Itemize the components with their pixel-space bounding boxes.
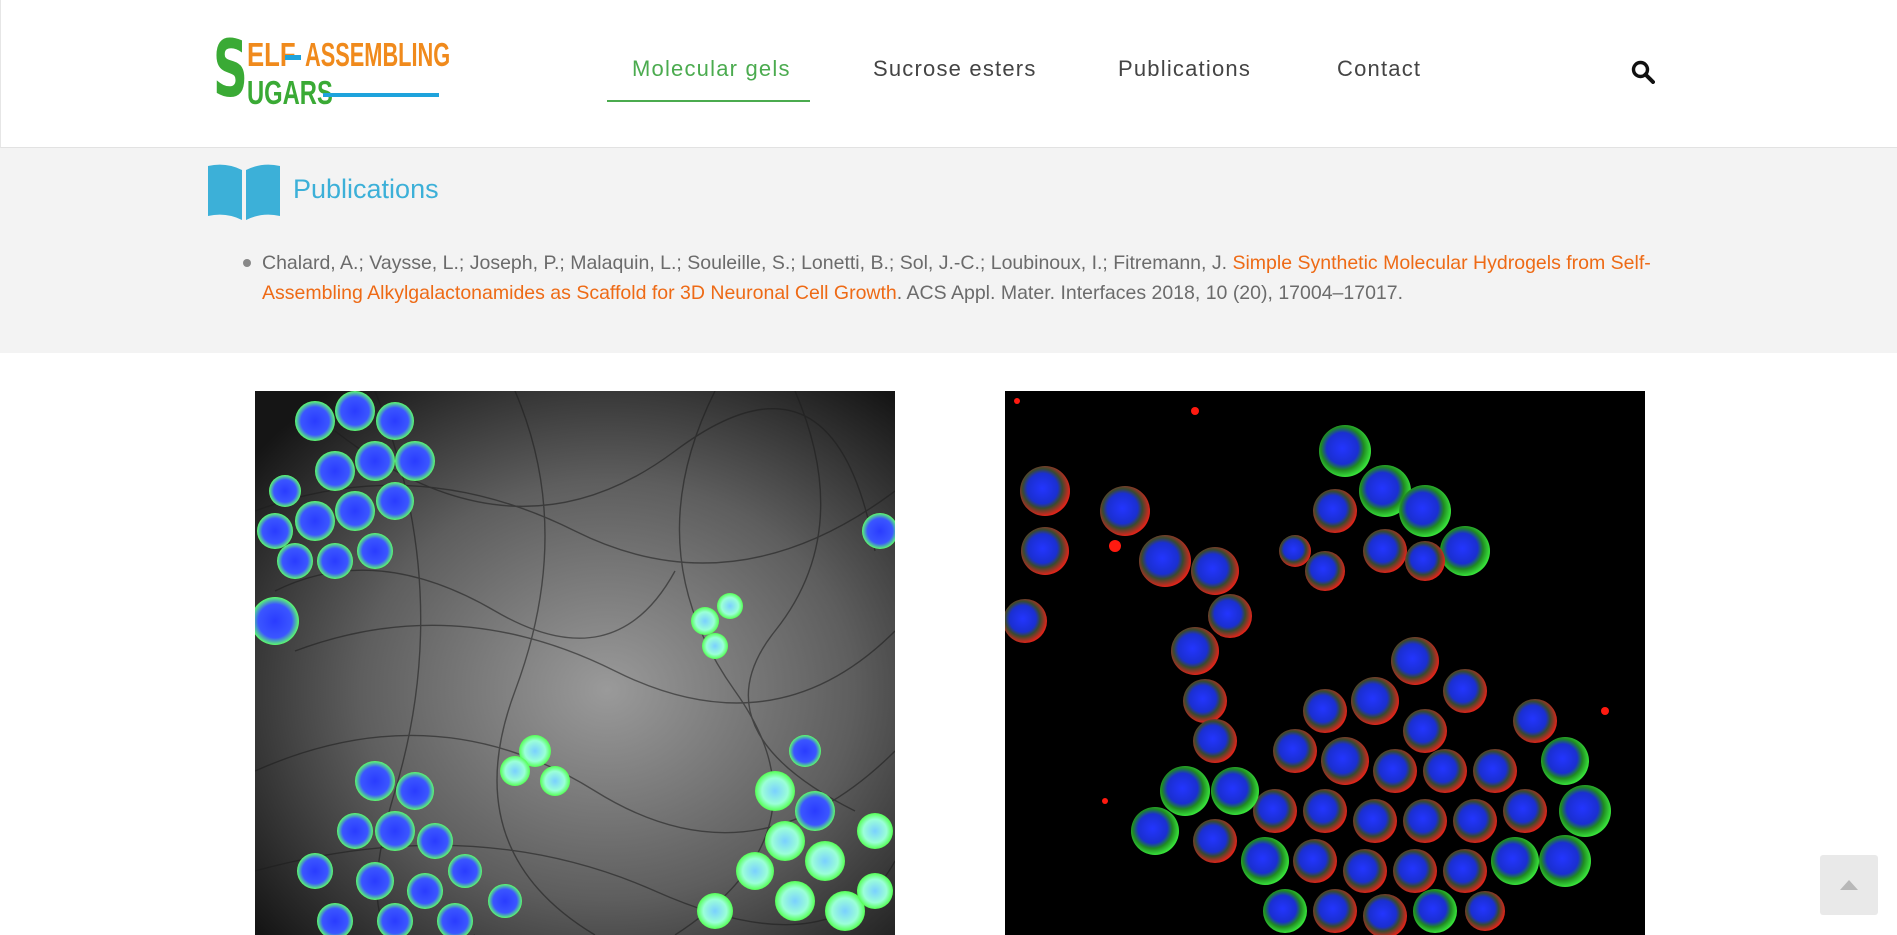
search-icon[interactable] bbox=[1631, 60, 1655, 84]
logo-underline bbox=[323, 93, 439, 97]
scroll-to-top-button[interactable] bbox=[1820, 855, 1878, 915]
nav-item-contact[interactable]: Contact bbox=[1337, 56, 1421, 82]
publication-list: Chalard, A.; Vaysse, L.; Joseph, P.; Mal… bbox=[243, 248, 1653, 308]
page: S ELF ASSEMBLING UGARS Molecular gels Su… bbox=[0, 0, 1897, 935]
section-title: Publications bbox=[293, 174, 439, 204]
publication-citation: . ACS Appl. Mater. Interfaces 2018, 10 (… bbox=[896, 282, 1404, 304]
bullet-icon bbox=[243, 259, 251, 267]
book-icon bbox=[208, 164, 280, 220]
microscopy-image-stained-cells bbox=[1005, 391, 1645, 935]
nav-item-molecular-gels[interactable]: Molecular gels bbox=[632, 56, 791, 82]
logo-letter-s: S bbox=[213, 25, 248, 115]
nav-item-sucrose-esters[interactable]: Sucrose esters bbox=[873, 56, 1037, 82]
logo-word-assembling: ASSEMBLING bbox=[305, 36, 451, 73]
chevron-up-icon bbox=[1840, 880, 1858, 890]
publication-authors: Chalard, A.; Vaysse, L.; Joseph, P.; Mal… bbox=[262, 252, 1233, 274]
nav-active-underline bbox=[607, 100, 810, 102]
site-logo[interactable]: S ELF ASSEMBLING UGARS bbox=[213, 25, 450, 115]
microscopy-image-hydrogel-cells bbox=[255, 391, 895, 935]
logo-word-ugars: UGARS bbox=[247, 74, 333, 111]
site-header: S ELF ASSEMBLING UGARS Molecular gels Su… bbox=[0, 0, 1897, 148]
list-item: Chalard, A.; Vaysse, L.; Joseph, P.; Mal… bbox=[243, 248, 1653, 308]
nav-item-publications[interactable]: Publications bbox=[1118, 56, 1251, 82]
logo-dash bbox=[285, 55, 301, 60]
